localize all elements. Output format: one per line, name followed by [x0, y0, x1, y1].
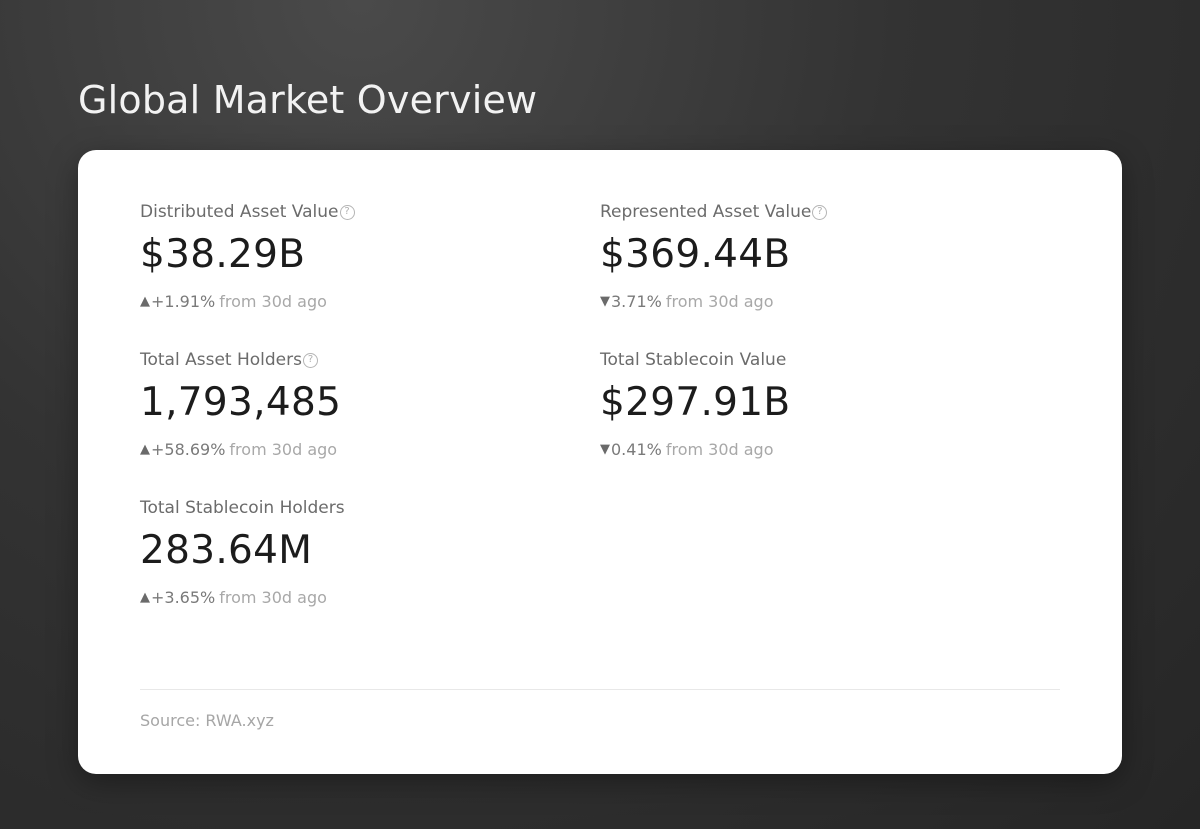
metric-change: ▼ 0.41% from 30d ago	[600, 440, 1040, 460]
metric-value: 1,793,485	[140, 380, 342, 425]
metric-label: Total Stablecoin Value	[600, 350, 787, 370]
change-percent: 0.41%	[611, 440, 662, 459]
metric-label: Total Asset Holders	[140, 350, 302, 370]
metric-distributed-asset-value: Distributed Asset Value ? $38.29B ▲ +1.9…	[140, 200, 580, 312]
change-period: from 30d ago	[229, 440, 338, 459]
change-period: from 30d ago	[219, 588, 327, 607]
change-percent: +58.69%	[151, 440, 226, 459]
arrow-up-icon: ▲	[140, 294, 150, 309]
metric-total-stablecoin-value: Total Stablecoin Value $297.91B ▼ 0.41% …	[600, 348, 1040, 460]
source-attribution: Source: RWA.xyz	[140, 711, 274, 730]
change-period: from 30d ago	[665, 440, 774, 459]
change-period: from 30d ago	[665, 292, 774, 311]
metric-change: ▲ +58.69% from 30d ago	[140, 440, 580, 460]
page-title: Global Market Overview	[78, 78, 538, 122]
help-icon[interactable]: ?	[302, 352, 318, 368]
metric-total-stablecoin-holders: Total Stablecoin Holders 283.64M ▲ +3.65…	[140, 496, 580, 608]
arrow-up-icon: ▲	[140, 442, 150, 457]
arrow-down-icon: ▼	[600, 442, 610, 457]
change-percent: +1.91%	[151, 292, 216, 311]
metric-label: Distributed Asset Value	[140, 202, 339, 222]
metric-value: 283.64M	[140, 528, 313, 573]
arrow-up-icon: ▲	[140, 590, 150, 605]
metric-value: $369.44B	[600, 232, 791, 277]
metric-change: ▲ +3.65% from 30d ago	[140, 588, 580, 608]
metric-represented-asset-value: Represented Asset Value ? $369.44B ▼ 3.7…	[600, 200, 1040, 312]
metric-value: $297.91B	[600, 380, 791, 425]
change-period: from 30d ago	[219, 292, 327, 311]
metric-value: $38.29B	[140, 232, 306, 277]
metric-change: ▲ +1.91% from 30d ago	[140, 292, 580, 312]
help-icon[interactable]: ?	[339, 204, 355, 220]
change-percent: +3.65%	[151, 588, 216, 607]
metric-label: Total Stablecoin Holders	[140, 498, 345, 518]
arrow-down-icon: ▼	[600, 294, 610, 309]
footer-divider	[140, 689, 1060, 690]
metric-total-asset-holders: Total Asset Holders ? 1,793,485 ▲ +58.69…	[140, 348, 580, 460]
help-icon[interactable]: ?	[812, 204, 828, 220]
market-overview-card: Distributed Asset Value ? $38.29B ▲ +1.9…	[78, 150, 1122, 774]
change-percent: 3.71%	[611, 292, 662, 311]
metric-label: Represented Asset Value	[600, 202, 812, 222]
metric-change: ▼ 3.71% from 30d ago	[600, 292, 1040, 312]
